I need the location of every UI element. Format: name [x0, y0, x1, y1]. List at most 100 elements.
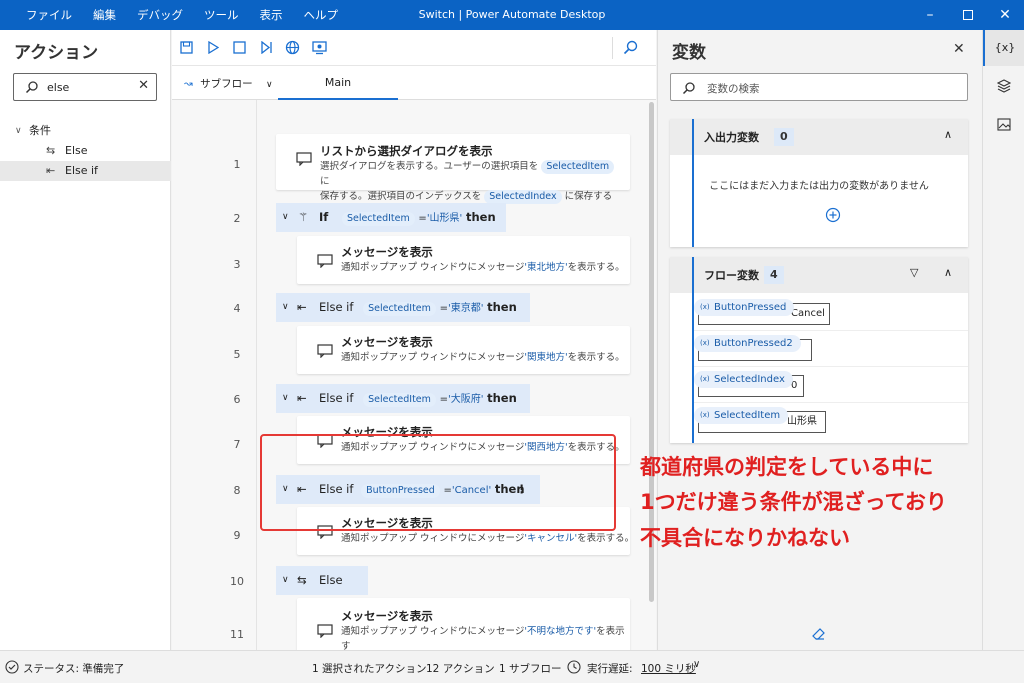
close-panel-icon[interactable]: ✕ — [953, 41, 965, 57]
eraser-icon[interactable] — [812, 626, 826, 640]
maximize-icon[interactable] — [953, 4, 983, 26]
desc-text: 通知ポップアップ ウィンドウにメッセージ — [341, 533, 525, 544]
ui-elements-icon[interactable] — [997, 79, 1011, 93]
clear-search-icon[interactable]: ✕ — [138, 78, 149, 93]
desc-text: を表示する。 — [567, 352, 625, 363]
stop-icon[interactable] — [233, 41, 246, 54]
tree-category-conditions[interactable]: ∨ 条件 — [0, 121, 171, 141]
highlight-box — [260, 434, 616, 531]
variable-row[interactable]: 山形県 (x) SelectedItem — [694, 403, 968, 439]
variable-tag: SelectedItem — [363, 393, 436, 407]
variable-name-text: SelectedItem — [714, 410, 781, 421]
io-variables-section: 入出力変数 0 ∧ ここにはまだ入力または出力の変数がありません — [670, 119, 968, 247]
step-icon[interactable] — [260, 41, 273, 54]
actions-search-input[interactable]: else ✕ — [13, 73, 157, 101]
count-badge: 4 — [764, 266, 784, 284]
menu-help[interactable]: ヘルプ — [304, 7, 339, 23]
variable-tag: SelectedItem — [541, 160, 615, 174]
section-label: 入出力変数 — [704, 131, 759, 144]
chevron-down-icon: ∨ — [282, 393, 289, 403]
gutter-line — [256, 100, 257, 650]
variable-icon: (x) — [700, 411, 710, 419]
menu-bar: ファイル 編集 デバッグ ツール 表示 ヘルプ — [26, 7, 359, 23]
action-display-message[interactable]: メッセージを表示 通知ポップアップ ウィンドウにメッセージ'関東地方'を表示する… — [297, 326, 630, 374]
action-display-message[interactable]: メッセージを表示 通知ポップアップ ウィンドウにメッセージ'不明な地方です'を表… — [297, 598, 630, 650]
else-if-icon: ⇤ — [46, 164, 56, 177]
line-number: 7 — [233, 438, 241, 451]
chevron-down-icon[interactable]: ∨ — [693, 659, 700, 670]
delay-value[interactable]: 100 ミリ秒 — [641, 661, 696, 676]
chevron-up-icon[interactable]: ∧ — [944, 266, 952, 279]
clock-icon — [567, 660, 581, 674]
images-icon[interactable] — [997, 118, 1011, 131]
tab-main[interactable]: Main — [278, 66, 398, 100]
operator: = — [439, 394, 448, 405]
minimize-icon[interactable]: – — [915, 4, 945, 26]
variable-row[interactable]: 0 (x) SelectedIndex — [694, 367, 968, 403]
search-icon — [25, 81, 38, 94]
chevron-down-icon: ∨ — [282, 575, 289, 585]
action-else-if[interactable]: ∨ ⇤ Else if SelectedItem ='大阪府' then — [276, 384, 530, 413]
if-icon: ⚚ — [298, 210, 309, 224]
desktop-recorder-icon[interactable] — [312, 40, 327, 55]
action-else[interactable]: ∨ ⇆ Else — [276, 566, 368, 595]
desc-text: 通知ポップアップ ウィンドウにメッセージ — [341, 262, 525, 273]
tree-item-else-if[interactable]: ⇤ Else if — [0, 161, 171, 181]
variables-tab-icon[interactable]: {x} — [983, 30, 1024, 66]
filter-icon[interactable]: ▽ — [910, 266, 918, 279]
run-icon[interactable] — [207, 41, 219, 54]
web-recorder-icon[interactable] — [285, 40, 300, 55]
title-bar: ファイル 編集 デバッグ ツール 表示 ヘルプ Switch | Power A… — [0, 0, 1024, 30]
menu-debug[interactable]: デバッグ — [137, 7, 183, 23]
menu-tools[interactable]: ツール — [204, 7, 239, 23]
chevron-up-icon[interactable]: ∧ — [944, 128, 952, 141]
close-icon[interactable]: ✕ — [990, 4, 1020, 26]
variable-name: (x) SelectedItem — [694, 407, 789, 424]
action-if[interactable]: ∨ ⚚ If SelectedItem ='山形県' then — [276, 203, 506, 232]
message-icon — [317, 344, 333, 358]
value-string: 'キャンセル' — [524, 533, 578, 544]
selected-count: 1 選択されたアクション — [312, 663, 427, 675]
menu-edit[interactable]: 編集 — [93, 7, 116, 23]
line-number: 8 — [233, 484, 241, 497]
menu-view[interactable]: 表示 — [260, 7, 283, 23]
line-number: 1 — [233, 158, 241, 171]
save-icon[interactable] — [180, 41, 193, 54]
add-icon[interactable] — [825, 207, 841, 223]
variable-row[interactable]: (x) ButtonPressed2 — [694, 331, 968, 367]
menu-file[interactable]: ファイル — [26, 7, 72, 23]
variable-name-text: SelectedIndex — [714, 374, 785, 385]
line-number: 3 — [233, 258, 241, 271]
annotation-line: 不具合になりかねない — [640, 526, 850, 550]
variable-name: (x) ButtonPressed — [694, 299, 795, 316]
io-variables-header[interactable]: 入出力変数 0 ∧ — [670, 119, 968, 247]
line-number: 2 — [233, 212, 241, 225]
keyword: Else if — [319, 300, 354, 314]
action-else-if[interactable]: ∨ ⇤ Else if SelectedItem ='東京都' then — [276, 293, 530, 322]
operator: = — [418, 213, 427, 224]
action-choose-list-dialog[interactable]: リストから選択ダイアログを表示 選択ダイアログを表示する。ユーザーの選択項目を … — [276, 134, 630, 204]
variable-row[interactable]: Cancel (x) ButtonPressed — [694, 295, 968, 331]
variables-search-input[interactable]: 変数の検索 — [670, 73, 968, 101]
action-display-message[interactable]: メッセージを表示 通知ポップアップ ウィンドウにメッセージ'東北地方'を表示する… — [297, 236, 630, 284]
flow-area: 1 リストから選択ダイアログを表示 選択ダイアログを表示する。ユーザーの選択項目… — [172, 100, 656, 650]
search-icon — [682, 82, 695, 95]
annotation-line: 1つだけ違う条件が混ざっており — [640, 490, 947, 514]
search-icon[interactable] — [623, 40, 638, 55]
tree-item-else[interactable]: ⇆ Else — [0, 141, 171, 161]
section-label: フロー変数 — [704, 269, 759, 282]
message-icon — [317, 624, 333, 638]
subflow-dropdown[interactable]: ↝ サブフロー ∨ — [184, 76, 273, 91]
chevron-down-icon: ∨ — [15, 126, 22, 136]
line-number: 11 — [230, 628, 244, 641]
side-icon-bar: {x} — [982, 30, 1024, 650]
desc-text: 通知ポップアップ ウィンドウにメッセージ — [341, 626, 525, 637]
delay-label: 実行遅延: — [587, 663, 633, 675]
subflow-count: 1 サブフロー — [499, 663, 562, 675]
actions-tree: ∨ 条件 ⇆ Else ⇤ Else if — [0, 121, 171, 181]
keyword-then: then — [487, 391, 517, 405]
count-badge: 0 — [774, 128, 794, 146]
desc-text: を表示する。 — [577, 533, 635, 544]
status-bar: ステータス: 準備完了 1 選択されたアクション 12 アクション 1 サブフロ… — [0, 650, 1024, 683]
flow-variables-header[interactable]: フロー変数 4 ▽ ∧ — [670, 257, 968, 443]
